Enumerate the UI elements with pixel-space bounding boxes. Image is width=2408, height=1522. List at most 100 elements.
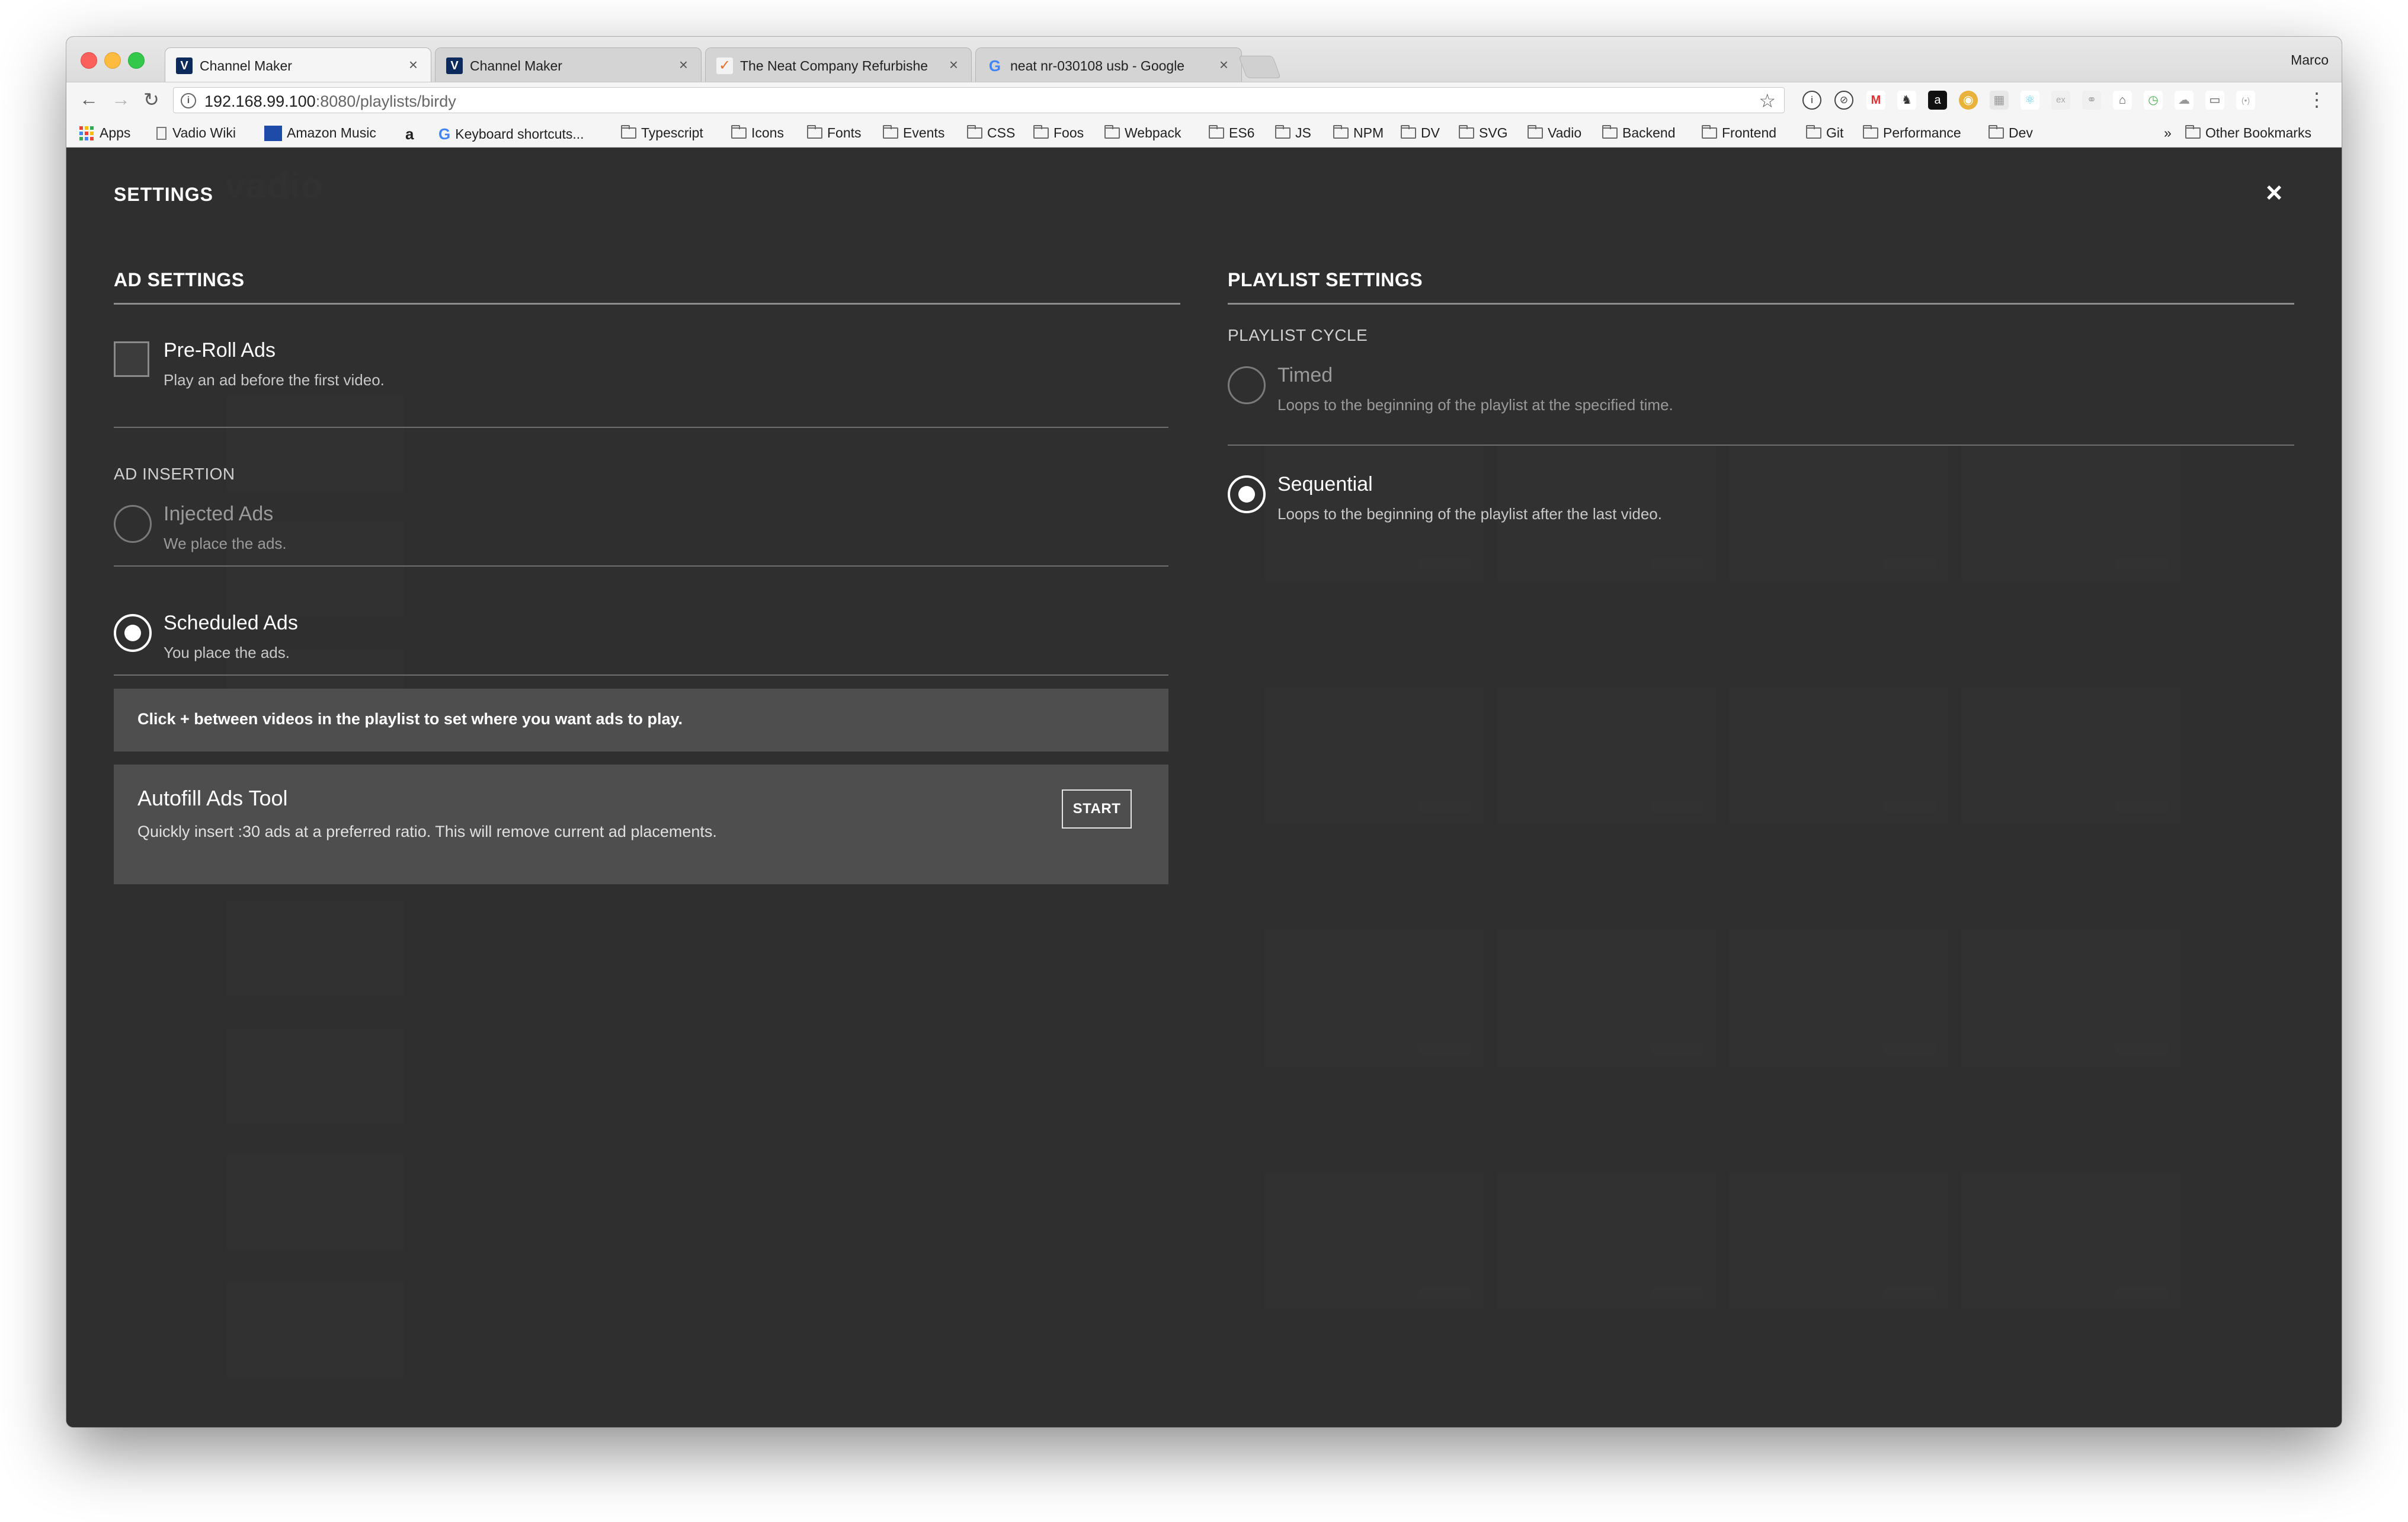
vadio-icon: V (176, 57, 193, 74)
bookmark-folder-git[interactable]: Git (1806, 125, 1843, 141)
sequential-radio[interactable] (1228, 475, 1266, 513)
extension-evernote-icon[interactable]: ♞ (1897, 91, 1916, 110)
extension-1password-icon[interactable]: i (1802, 91, 1821, 110)
preroll-description: Play an ad before the first video. (164, 371, 385, 389)
sequential-title: Sequential (1277, 473, 1373, 495)
folder-icon (1459, 125, 1474, 139)
bookmark-amazon-music[interactable]: Amazon Music (264, 125, 376, 141)
autofill-start-button[interactable]: START (1062, 789, 1132, 829)
bookmark-folder-js[interactable]: JS (1275, 125, 1311, 141)
bookmark-folder-events[interactable]: Events (883, 125, 944, 141)
bookmark-vadio-wiki[interactable]: Vadio Wiki (156, 125, 236, 141)
profile-name[interactable]: Marco (2291, 52, 2329, 68)
bookmark-folder-foos[interactable]: Foos (1033, 125, 1084, 141)
site-info-icon[interactable]: i (181, 93, 196, 108)
bookmark-star-icon[interactable]: ☆ (1759, 89, 1776, 112)
folder-icon (1333, 125, 1349, 139)
bookmark-folder-performance[interactable]: Performance (1863, 125, 1961, 141)
chrome-menu-icon[interactable]: ⋮ (2307, 88, 2326, 111)
scheduled-ads-radio[interactable] (114, 614, 152, 652)
bookmark-amazon[interactable]: a (405, 125, 417, 143)
minimize-window-button[interactable] (104, 52, 121, 69)
preroll-title: Pre-Roll Ads (164, 339, 276, 362)
reload-icon[interactable]: ↻ (143, 88, 159, 111)
bookmark-apps[interactable]: Apps (79, 125, 130, 141)
extension-cloud-icon[interactable]: ☁ (2175, 91, 2194, 110)
tab-close-icon[interactable]: × (679, 56, 688, 74)
scheduled-ads-title: Scheduled Ads (164, 612, 298, 634)
settings-title: SETTINGS (114, 184, 214, 205)
folder-icon (1602, 125, 1618, 139)
extension-gmail-icon[interactable]: M (1866, 91, 1885, 110)
folder-icon (1528, 125, 1543, 139)
bookmark-folder-typescript[interactable]: Typescript (621, 125, 703, 141)
cast-icon[interactable]: ▭ (2205, 91, 2224, 110)
bookmark-keyboard-shortcuts[interactable]: G Keyboard shortcuts... (438, 125, 584, 143)
divider (114, 565, 1168, 567)
tab-channel-maker-2[interactable]: V Channel Maker × (435, 47, 702, 82)
ad-settings-heading: AD SETTINGS (114, 269, 1180, 305)
browser-window: V Channel Maker × V Channel Maker × ✓ Th… (66, 37, 2342, 1427)
folder-icon (621, 125, 636, 139)
close-window-button[interactable] (81, 52, 97, 69)
extension-clock-icon[interactable]: ◷ (2144, 91, 2163, 110)
bookmark-folder-dev[interactable]: Dev (1988, 125, 2033, 141)
page-content: vadio SETT (66, 148, 2342, 1427)
injected-ads-radio[interactable] (114, 505, 152, 543)
timed-radio[interactable] (1228, 366, 1266, 404)
preroll-checkbox[interactable] (114, 341, 149, 377)
extension-react-icon[interactable]: ⚛ (2020, 91, 2039, 110)
neat-icon: ✓ (716, 57, 733, 74)
address-bar[interactable]: i 192.168.99.100:8080/playlists/birdy ☆ (173, 87, 1785, 113)
tab-neat-company[interactable]: ✓ The Neat Company Refurbishe × (705, 47, 972, 82)
folder-icon (731, 125, 747, 139)
back-arrow-icon[interactable]: ← (79, 88, 98, 110)
extension-chrome-icon[interactable]: ◉ (1959, 91, 1978, 110)
ad-placement-hint-text: Click + between videos in the playlist t… (137, 710, 683, 728)
new-tab-button[interactable] (1238, 56, 1281, 78)
maximize-window-button[interactable] (128, 52, 145, 69)
tab-close-icon[interactable]: × (409, 56, 418, 74)
close-icon[interactable]: × (2266, 179, 2282, 207)
folder-icon (1702, 125, 1717, 139)
timed-description: Loops to the beginning of the playlist a… (1277, 396, 1673, 414)
folder-icon (807, 125, 822, 139)
extension-link-icon[interactable]: ⚭ (2082, 91, 2101, 110)
bookmark-folder-icons[interactable]: Icons (731, 125, 784, 141)
tab-close-icon[interactable]: × (1219, 56, 1228, 74)
bookmark-folder-dv[interactable]: DV (1401, 125, 1440, 141)
tab-google-search[interactable]: G neat nr-030108 usb - Google × (975, 47, 1242, 82)
tab-title: The Neat Company Refurbishe (740, 58, 928, 73)
bookmark-folder-fonts[interactable]: Fonts (807, 125, 862, 141)
divider (114, 427, 1168, 428)
url-text[interactable]: 192.168.99.100:8080/playlists/birdy (204, 92, 456, 111)
tab-title: Channel Maker (470, 58, 562, 73)
folder-icon (1401, 125, 1416, 139)
tab-close-icon[interactable]: × (949, 56, 958, 74)
folder-icon (1104, 125, 1120, 139)
bookmark-folder-frontend[interactable]: Frontend (1702, 125, 1776, 141)
injected-ads-title: Injected Ads (164, 503, 274, 525)
folder-icon (1988, 125, 2004, 139)
extension-ghostery-icon[interactable]: ⊘ (1834, 91, 1853, 110)
bookmarks-overflow-icon[interactable]: » (2164, 125, 2172, 141)
extension-amazon-icon[interactable]: a (1928, 91, 1947, 110)
folder-icon (2185, 125, 2201, 139)
ad-placement-hint: Click + between videos in the playlist t… (114, 689, 1168, 752)
bookmark-folder-css[interactable]: CSS (967, 125, 1015, 141)
extension-bracket-icon[interactable]: (•) (2236, 91, 2255, 110)
bookmark-folder-npm[interactable]: NPM (1333, 125, 1384, 141)
folder-icon (967, 125, 982, 139)
bookmark-folder-svg[interactable]: SVG (1459, 125, 1508, 141)
extension-ex-icon[interactable]: ex (2051, 91, 2070, 110)
tab-channel-maker-1[interactable]: V Channel Maker × (165, 47, 431, 82)
extension-tag-icon[interactable]: ⌂ (2113, 91, 2132, 110)
bookmark-folder-vadio[interactable]: Vadio (1528, 125, 1581, 141)
bookmark-other-bookmarks[interactable]: Other Bookmarks (2185, 125, 2311, 141)
extension-grid-icon[interactable]: ▦ (1990, 91, 2009, 110)
folder-icon (883, 125, 898, 139)
bookmark-folder-es6[interactable]: ES6 (1209, 125, 1254, 141)
bookmark-folder-webpack[interactable]: Webpack (1104, 125, 1181, 141)
forward-arrow-icon[interactable]: → (111, 88, 130, 110)
bookmark-folder-backend[interactable]: Backend (1602, 125, 1676, 141)
